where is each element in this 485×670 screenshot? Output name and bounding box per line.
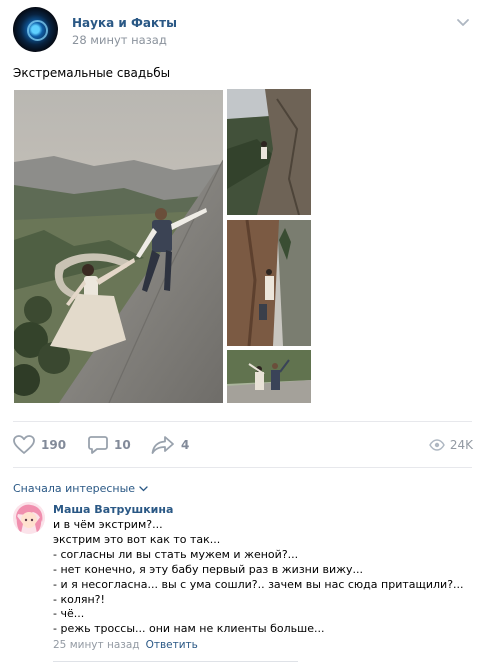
divider (13, 421, 472, 422)
community-avatar[interactable] (13, 7, 58, 52)
comment-line: - чё... (53, 607, 85, 621)
eye-icon (429, 439, 445, 451)
post-text: Экстремальные свадьбы (13, 66, 171, 80)
comments-sort-dropdown[interactable]: Сначала интересные (13, 482, 148, 495)
comment-author[interactable]: Маша Ватрушкина (53, 502, 473, 517)
post-time[interactable]: 28 минут назад (72, 33, 167, 47)
wall-post: Наука и Факты 28 минут назад Экстремальн… (0, 0, 485, 670)
reply-button[interactable]: Ответить (146, 639, 198, 651)
post-actions: 190 10 4 24K (13, 433, 473, 457)
chevron-down-icon[interactable] (456, 17, 470, 27)
share-count: 4 (181, 438, 190, 452)
post-photo[interactable] (227, 89, 311, 215)
avatar[interactable] (13, 502, 45, 534)
comment-line: - согласны ли вы стать мужем и женой?... (53, 547, 299, 561)
comment-line: экстрим это вот как то так... (53, 532, 221, 546)
post-photo-main[interactable] (14, 90, 223, 403)
like-count: 190 (41, 438, 67, 452)
comment: Маша Ватрушкина и в чём экстрим?... экст… (53, 502, 473, 651)
post-photo[interactable] (227, 220, 311, 346)
comment-count: 10 (114, 438, 131, 452)
comment-line: - и я несогласна... вы с ума сошли?.. за… (53, 577, 464, 591)
comment-button[interactable]: 10 (88, 433, 131, 457)
divider (13, 467, 472, 468)
post-author[interactable]: Наука и Факты (72, 16, 177, 30)
post-photo[interactable] (227, 350, 311, 403)
comment-line: - режь троссы... они нам не клиенты боль… (53, 622, 325, 636)
comment-line: - нет конечно, я эту бабу первый раз в ж… (53, 562, 364, 576)
views-count: 24K (449, 438, 473, 452)
share-button[interactable]: 4 (151, 433, 189, 457)
share-arrow-icon (151, 436, 174, 454)
chevron-down-icon (139, 485, 148, 491)
divider (53, 661, 298, 662)
views-counter: 24K (429, 433, 473, 457)
post-header: Наука и Факты 28 минут назад (13, 7, 473, 55)
comment-time[interactable]: 25 минут назад (53, 639, 140, 651)
sort-label: Сначала интересные (13, 482, 136, 495)
comment-meta: 25 минут назад Ответить (53, 639, 473, 651)
heart-icon (13, 435, 35, 454)
comment-line: - колян?! (53, 592, 105, 606)
comment-line: и в чём экстрим?... (53, 518, 163, 531)
like-button[interactable]: 190 (13, 433, 66, 457)
comment-icon (88, 436, 108, 454)
comment-text: и в чём экстрим?... экстрим это вот как … (53, 518, 473, 637)
